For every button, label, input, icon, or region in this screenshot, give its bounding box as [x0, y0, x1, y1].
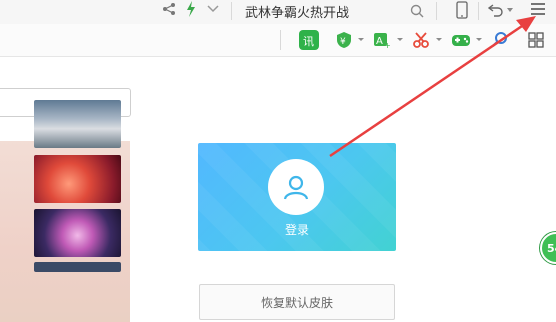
extensions-toolbar: 讯 ¥ A +: [0, 24, 556, 57]
login-label[interactable]: 登录: [198, 221, 396, 238]
login-card[interactable]: 登录: [198, 143, 396, 251]
menu-icon[interactable]: [529, 0, 547, 18]
search-hint-text[interactable]: 武林争霸火热开战: [245, 2, 349, 21]
skin-thumbnail-canyon[interactable]: [34, 155, 121, 203]
undo-icon[interactable]: [488, 0, 504, 20]
chevron-down-icon[interactable]: [476, 38, 482, 41]
translate-icon[interactable]: A +: [372, 30, 392, 50]
skin-thumbnail-flower[interactable]: [34, 209, 121, 257]
chevron-down-icon[interactable]: [436, 38, 442, 41]
share-icon[interactable]: [162, 0, 176, 18]
divider: [280, 30, 281, 50]
scissors-icon[interactable]: [411, 30, 431, 50]
chevron-down-icon[interactable]: [358, 38, 364, 41]
bolt-icon[interactable]: [185, 0, 197, 18]
divider: [436, 2, 437, 20]
chevron-down-icon[interactable]: [506, 4, 514, 16]
shield-icon[interactable]: ¥: [334, 30, 354, 50]
divider: [478, 2, 479, 20]
extension-green-icon[interactable]: 讯: [299, 30, 319, 50]
svg-text:+: +: [384, 41, 391, 50]
gamepad-icon[interactable]: [450, 30, 470, 50]
phone-icon[interactable]: [455, 0, 469, 20]
restore-default-skin-button[interactable]: 恢复默认皮肤: [199, 284, 395, 320]
svg-text:¥: ¥: [340, 37, 346, 47]
search-icon[interactable]: [410, 2, 424, 20]
svg-text:A: A: [376, 36, 383, 47]
svg-text:讯: 讯: [303, 35, 314, 48]
avatar[interactable]: [268, 159, 324, 215]
chevron-down-icon[interactable]: [397, 38, 403, 41]
chevron-down-icon[interactable]: [206, 0, 220, 18]
skin-thumbnail-mountain[interactable]: [34, 100, 121, 148]
divider: [231, 2, 232, 20]
search-icon[interactable]: [490, 30, 510, 50]
title-bar: 武林争霸火热开战: [0, 0, 556, 24]
skin-thumbnail-partial[interactable]: [34, 262, 121, 272]
apps-grid-icon[interactable]: [526, 30, 546, 50]
